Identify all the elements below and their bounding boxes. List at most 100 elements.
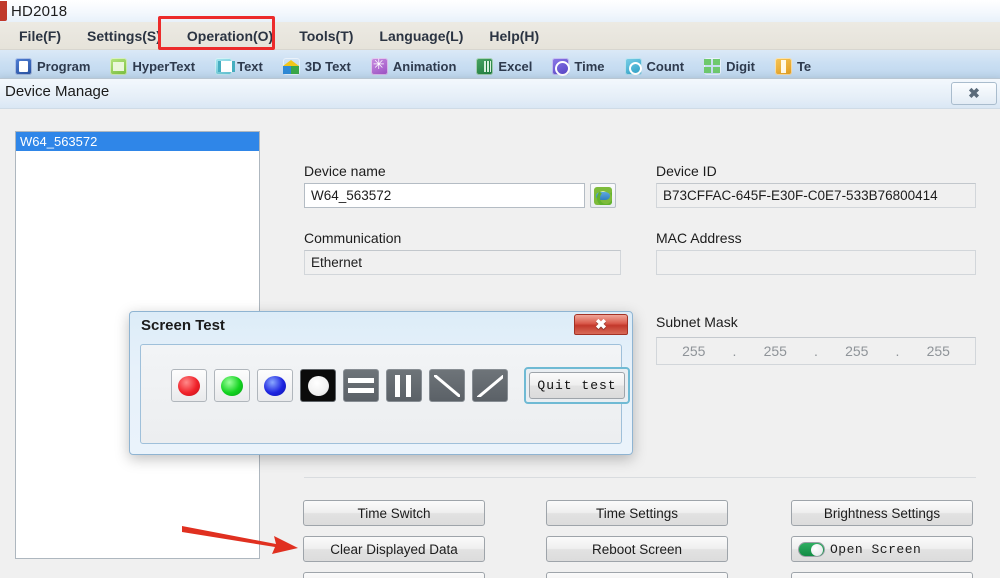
blue-circle-icon: [264, 375, 286, 396]
toolbar-label: HyperText: [132, 58, 196, 74]
screen-test-pattern-row: Quit test: [171, 367, 630, 404]
mac-address-input[interactable]: [656, 250, 976, 275]
red-test-pattern-button[interactable]: [171, 369, 207, 402]
device-name-label: Device name: [304, 163, 386, 179]
3d-text-icon: [282, 58, 300, 75]
time-settings-button[interactable]: Time Settings: [546, 500, 728, 526]
temperature-icon: [774, 57, 792, 75]
toolbar-label: Digit: [726, 58, 755, 74]
subnet-mask-input[interactable]: 255 . 255 . 255 . 255: [656, 337, 976, 365]
toolbar-label: Animation: [392, 58, 457, 74]
reboot-screen-button[interactable]: Reboot Screen: [546, 536, 728, 562]
subnet-separator: .: [732, 343, 737, 359]
communication-input[interactable]: Ethernet: [304, 250, 621, 275]
green-circle-icon: [221, 375, 243, 396]
device-manage-title-bar: Device Manage ✖: [0, 79, 1000, 109]
brightness-settings-button[interactable]: Brightness Settings: [791, 500, 973, 526]
toolbar-label: Te: [796, 58, 812, 74]
quit-test-button[interactable]: Quit test: [529, 372, 625, 399]
toolbar-button-excel[interactable]: Excel: [467, 57, 541, 75]
refresh-device-button[interactable]: [590, 183, 616, 208]
animation-icon: [370, 56, 388, 75]
text-icon: [215, 57, 236, 75]
device-id-input[interactable]: B73CFFAC-645F-E30F-C0E7-533B76800414: [656, 183, 976, 208]
horizontal-bars-test-pattern-button[interactable]: [343, 369, 379, 402]
list-item[interactable]: W64_563572: [16, 132, 259, 151]
toolbar-button-program[interactable]: Program: [6, 57, 99, 75]
menu-item-file[interactable]: File(F): [6, 25, 74, 47]
subnet-octet-3[interactable]: 255: [820, 343, 894, 359]
count-icon: [624, 57, 642, 75]
open-screen-toggle[interactable]: [798, 542, 825, 557]
menu-item-tools[interactable]: Tools(T): [286, 25, 366, 47]
wifi-setting-button[interactable]: Wi-Fi Setting: [791, 572, 973, 578]
close-icon: ✖: [968, 85, 980, 101]
mac-address-label: MAC Address: [656, 230, 742, 246]
screen-test-button[interactable]: Screen Test: [303, 572, 485, 578]
screen-test-title: Screen Test: [141, 317, 225, 334]
device-manage-close-button[interactable]: ✖: [951, 82, 997, 105]
toolbar-button-hypertext[interactable]: HyperText: [101, 57, 204, 75]
open-screen-label: Open Screen: [830, 541, 922, 557]
subnet-mask-label: Subnet Mask: [656, 314, 738, 330]
time-switch-button[interactable]: Time Switch: [303, 500, 485, 526]
menu-item-language[interactable]: Language(L): [366, 25, 476, 47]
screen-test-close-button[interactable]: ✖: [574, 314, 628, 335]
device-id-label: Device ID: [656, 163, 717, 179]
white-circle-icon: [307, 375, 329, 396]
app-title-bar: HD2018: [0, 0, 1000, 22]
screenshot-root: HD2018 File(F) Settings(S) Operation(O) …: [0, 0, 1000, 578]
screen-test-panel: Quit test: [140, 344, 630, 444]
diagonal-down-icon: [434, 375, 460, 397]
communication-label: Communication: [304, 230, 402, 246]
toolbar-button-3d-text[interactable]: 3D Text: [274, 58, 360, 75]
toolbar-label: Time: [574, 58, 605, 74]
diagonal-down-test-pattern-button[interactable]: [429, 369, 465, 402]
toolbar-button-text[interactable]: Text: [206, 57, 272, 75]
toolbar-label: Excel: [498, 58, 533, 74]
digit-icon: [704, 58, 721, 75]
screen-test-dialog: Screen Test ✖ Quit test: [129, 311, 633, 455]
toolbar-button-count[interactable]: Count: [616, 57, 694, 75]
app-logo-icon: [0, 1, 7, 21]
menu-item-operation[interactable]: Operation(O): [174, 25, 286, 47]
hypertext-icon: [110, 57, 128, 75]
toolbar-label: 3D Text: [304, 58, 351, 74]
section-divider: [304, 477, 976, 478]
toolbar-button-temperature[interactable]: Te: [766, 57, 820, 75]
subnet-octet-4[interactable]: 255: [902, 343, 976, 359]
subnet-separator: .: [895, 343, 900, 359]
excel-icon: [476, 57, 494, 75]
green-test-pattern-button[interactable]: [214, 369, 250, 402]
vertical-bars-test-pattern-button[interactable]: [386, 369, 422, 402]
white-circle-test-pattern-button[interactable]: [300, 369, 336, 402]
menu-item-settings[interactable]: Settings(S): [74, 25, 174, 47]
subnet-separator: .: [814, 343, 818, 359]
toggle-knob-icon: [811, 544, 823, 556]
toolbar-button-animation[interactable]: Animation: [362, 56, 466, 75]
red-circle-icon: [178, 375, 200, 396]
diagonal-up-test-pattern-button[interactable]: [472, 369, 508, 402]
toolbar-label: Text: [237, 58, 263, 74]
app-title: HD2018: [11, 2, 68, 20]
menu-bar: File(F) Settings(S) Operation(O) Tools(T…: [0, 22, 1000, 50]
open-screen-button[interactable]: Open Screen: [791, 536, 973, 562]
subnet-octet-1[interactable]: 255: [657, 343, 731, 359]
device-name-input[interactable]: W64_563572: [304, 183, 585, 208]
device-manage-title: Device Manage: [5, 83, 110, 100]
toolbar-button-time[interactable]: Time: [543, 57, 613, 76]
toolbar-label: Count: [646, 58, 685, 74]
quit-test-focus-ring: Quit test: [524, 367, 630, 404]
blue-test-pattern-button[interactable]: [257, 369, 293, 402]
diagonal-up-icon: [477, 375, 503, 397]
close-icon: ✖: [595, 316, 607, 332]
qr-code-button[interactable]: QR code: [546, 572, 728, 578]
toolbar-button-digit[interactable]: Digit: [695, 58, 764, 75]
menu-item-help[interactable]: Help(H): [476, 25, 552, 47]
clear-displayed-data-button[interactable]: Clear Displayed Data: [303, 536, 485, 562]
refresh-icon: [594, 186, 612, 205]
screen-test-title-bar: Screen Test ✖: [130, 312, 632, 342]
subnet-octet-2[interactable]: 255: [739, 343, 813, 359]
vertical-bars-icon: [391, 374, 417, 397]
time-icon: [552, 57, 571, 76]
